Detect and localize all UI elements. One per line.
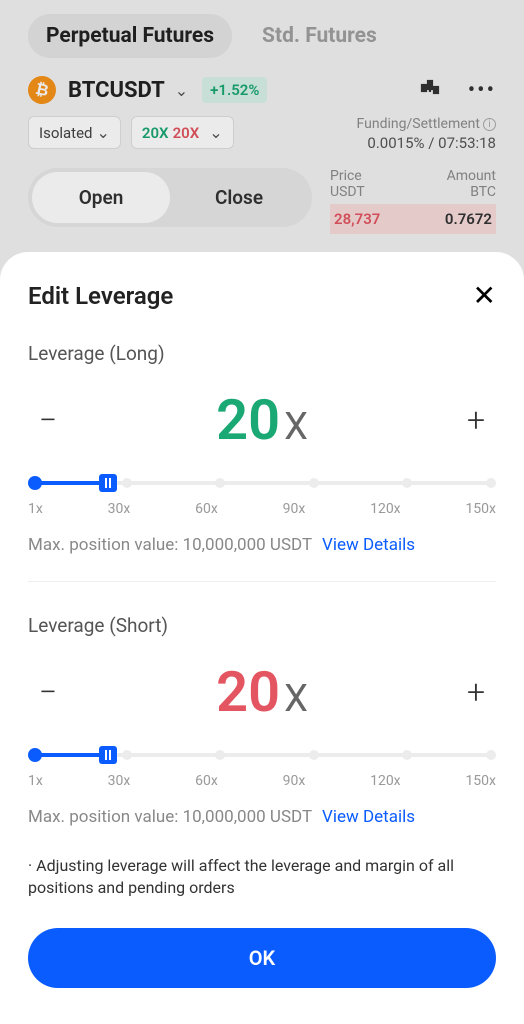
modal-title: Edit Leverage — [28, 282, 173, 310]
short-max-position: Max. position value: 10,000,000 USDT Vie… — [28, 807, 496, 827]
short-slider-ticks: 1x30x60x90x120x150x — [28, 773, 496, 789]
short-slider-thumb[interactable] — [99, 746, 117, 764]
short-leverage-value: 20X — [216, 659, 308, 725]
short-leverage-slider[interactable] — [28, 747, 496, 763]
long-slider-ticks: 1x30x60x90x120x150x — [28, 501, 496, 517]
long-max-position: Max. position value: 10,000,000 USDT Vie… — [28, 535, 496, 555]
long-leverage-slider[interactable] — [28, 475, 496, 491]
leverage-short-label: Leverage (Short) — [28, 614, 496, 637]
long-slider-thumb[interactable] — [99, 474, 117, 492]
leverage-warning-note: · Adjusting leverage will affect the lev… — [28, 855, 496, 900]
long-minus-button[interactable]: − — [28, 401, 68, 439]
long-plus-button[interactable]: + — [456, 401, 496, 439]
ok-button[interactable]: OK — [28, 928, 496, 988]
leverage-long-label: Leverage (Long) — [28, 342, 496, 365]
short-view-details-link[interactable]: View Details — [322, 807, 415, 827]
edit-leverage-modal: Edit Leverage ✕ Leverage (Long) − 20X + … — [0, 252, 524, 1024]
long-leverage-value: 20X — [216, 387, 308, 453]
short-plus-button[interactable]: + — [456, 673, 496, 711]
long-view-details-link[interactable]: View Details — [322, 535, 415, 555]
close-icon[interactable]: ✕ — [473, 282, 496, 310]
short-minus-button[interactable]: − — [28, 673, 68, 711]
